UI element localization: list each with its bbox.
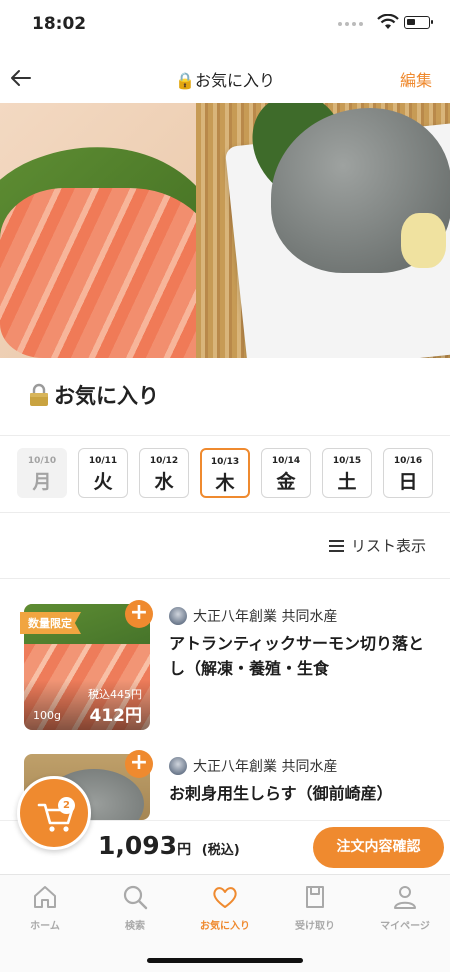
day-tab-tue[interactable]: 10/11 火 [78,448,128,498]
total-amount: 1,093 [98,831,178,860]
hero-image [0,103,450,358]
page-title: お気に入り [28,380,159,410]
battery-icon [404,16,433,29]
cart-total: 1,093円 (税込) [98,831,240,860]
cart-button[interactable]: 2 [17,776,91,850]
home-icon [34,886,56,908]
tab-label: 受け取り [295,921,335,932]
product-price: 412円 [89,706,143,726]
price-with-tax: 税込445円 [88,688,142,701]
tab-search[interactable]: 検索 [90,883,180,932]
search-icon [123,885,148,910]
divider [0,512,450,513]
day-tab-fri[interactable]: 10/14 金 [261,448,311,498]
tab-pickup[interactable]: 受け取り [270,883,360,932]
cart-count-badge: 2 [58,797,75,814]
list-icon [328,539,344,552]
shop-logo-icon [169,607,187,625]
day-tab-sat[interactable]: 10/15 土 [322,448,372,498]
day-tab-sun[interactable]: 10/16 日 [383,448,433,498]
shop-info[interactable]: 大正八年創業 共同水産 [169,756,337,776]
product-name[interactable]: お刺身用生しらす（御前崎産） [169,781,431,806]
shop-info[interactable]: 大正八年創業 共同水産 [169,606,337,626]
tab-mypage[interactable]: マイページ [360,883,450,932]
product-name[interactable]: アトランティックサーモン切り落とし（解凍・養殖・生食 [169,631,431,681]
day-tab-mon: 10/10 月 [17,448,67,498]
total-yen: 円 [177,842,192,858]
status-time: 18:02 [32,14,87,34]
day-tab-wed[interactable]: 10/12 水 [139,448,189,498]
salmon-photo [0,103,251,358]
user-icon [394,886,416,909]
tab-label: マイページ [380,921,430,932]
day-selector: 10/10 月 10/11 火 10/12 水 10/13 木 10/14 金 … [17,448,433,498]
shirasu-photo [196,103,450,358]
add-to-cart-button[interactable]: + [125,600,153,628]
tab-label: ホーム [30,921,60,932]
list-view-toggle[interactable]: リスト表示 [328,535,426,556]
add-to-cart-button[interactable]: + [125,750,153,778]
tab-label: お気に入り [200,921,250,932]
bag-icon [306,886,324,908]
shop-logo-icon [169,757,187,775]
product-item[interactable]: 税込445円 100g 412円 数量限定 + 大正八年創業 共同水産 アトラン… [20,600,434,734]
nav-title: 🔒お気に入り [175,71,275,90]
tab-label: 検索 [125,921,145,932]
shop-name: 大正八年創業 共同水産 [193,609,338,625]
lock-icon [30,383,48,406]
limited-badge: 数量限定 [20,612,81,634]
home-indicator [147,958,303,963]
tab-favorites[interactable]: お気に入り [180,883,270,932]
tab-home[interactable]: ホーム [0,883,90,932]
heart-icon [213,887,237,908]
divider [0,578,450,579]
signal-icon [338,22,363,26]
divider [0,435,450,436]
tax-note: (税込) [201,843,240,858]
shop-name: 大正八年創業 共同水産 [193,759,338,775]
day-tab-thu[interactable]: 10/13 木 [200,448,250,498]
page-title-text: お気に入り [54,384,159,408]
confirm-order-button[interactable]: 注文内容確認 [313,827,444,868]
product-weight: 100g [33,709,61,722]
edit-button[interactable]: 編集 [400,67,432,91]
status-bar: 18:02 [0,0,450,50]
wifi-icon [377,14,399,29]
list-view-label: リスト表示 [350,537,426,555]
nav-bar: 🔒お気に入り 編集 [0,55,450,103]
